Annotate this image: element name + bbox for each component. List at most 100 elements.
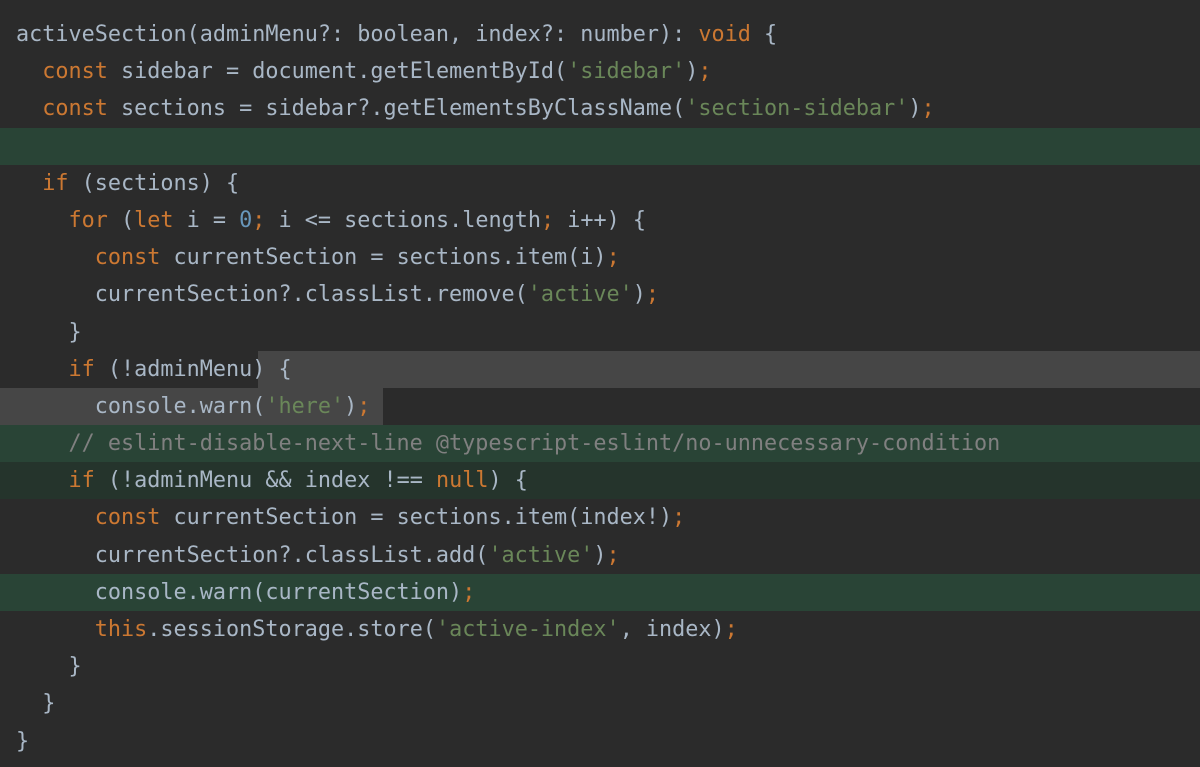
code-line[interactable]: } [0,685,1200,722]
code-line[interactable]: this.sessionStorage.store('active-index'… [0,611,1200,648]
code-token: const [42,96,108,122]
code-token: ) [593,542,607,568]
code-token: { [750,22,778,47]
code-token: .sessionStorage.store( [147,617,436,642]
code-text: const currentSection = sections.item(i); [0,245,620,270]
code-token: ) [908,96,922,122]
code-line[interactable]: currentSection?.classList.add('active'); [0,537,1200,574]
code-token: } [16,691,56,717]
code-line[interactable]: activeSection(adminMenu?: boolean, index… [0,16,1200,53]
code-line[interactable]: const sidebar = document.getElementById(… [0,53,1200,90]
code-line[interactable]: } [0,314,1200,351]
code-token: sections = sidebar?.getElementsByClassNa… [107,96,686,122]
code-line[interactable]: } [0,648,1200,685]
code-token: 'sidebar' [567,59,686,85]
code-token: ; [672,505,686,531]
code-token: const [42,59,108,85]
code-text: for (let i = 0; i <= sections.length; i+… [0,208,646,233]
code-token: for [68,207,108,233]
code-text: const currentSection = sections.item(ind… [0,505,686,531]
code-line[interactable]: for (let i = 0; i <= sections.length; i+… [0,202,1200,239]
code-text: const sidebar = document.getElementById(… [0,59,712,85]
code-text: currentSection?.classList.remove('active… [0,282,659,307]
code-editor[interactable]: activeSection(adminMenu?: boolean, index… [0,16,1200,760]
code-token: } [16,319,82,345]
code-token: currentSection = sections.item(i) [160,245,607,271]
code-token: currentSection?.classList.remove( [16,282,528,308]
code-line[interactable]: const currentSection = sections.item(i); [0,239,1200,276]
code-line[interactable]: const sections = sidebar?.getElementsByC… [0,90,1200,127]
code-text: if (sections) { [0,171,239,196]
code-token: let [134,207,174,233]
code-token: ; [724,617,738,642]
code-token: ) [632,282,646,308]
code-token: null [435,468,489,494]
code-token: (sections) { [68,170,240,196]
code-token: ; [540,207,555,233]
code-token: sidebar = document.getElementById( [107,59,568,85]
code-token: , index) [619,617,725,642]
code-token: if [68,356,95,382]
code-token: ) { [488,468,528,494]
code-token: 'here' [265,393,345,419]
code-token: } [16,728,30,754]
code-token: i++) { [554,207,646,233]
code-token: 'active-index' [435,617,620,642]
code-token: if [42,170,69,196]
code-text: // eslint-disable-next-line @typescript-… [0,431,1000,456]
code-line[interactable]: console.warn(currentSection); [0,573,1200,611]
code-text: const sections = sidebar?.getElementsByC… [0,96,935,122]
code-token: ; [357,393,371,419]
code-line[interactable]: } [0,723,1200,760]
code-token: ; [462,579,476,605]
code-token: ; [606,245,620,271]
code-token: const [94,505,161,531]
code-token: ; [606,542,620,568]
code-line[interactable]: if (!adminMenu) { [0,350,1200,388]
code-line[interactable]: // eslint-disable-next-line @typescript-… [0,425,1200,463]
code-token: const [94,245,161,271]
code-token: 0 [239,207,253,233]
code-token: ) [685,59,699,85]
code-text: } [0,691,55,716]
code-text: this.sessionStorage.store('active-index'… [0,617,738,642]
code-token: // eslint-disable-next-line @typescript-… [16,431,1001,457]
code-token: ; [645,282,660,308]
code-line[interactable] [0,127,1200,165]
code-token: console.warn( [16,393,266,419]
code-text: if (!adminMenu && index !== null) { [0,468,528,493]
code-token: activeSection(adminMenu?: boolean, index… [16,22,699,47]
code-token: ; [921,96,935,122]
code-token: (!adminMenu && index !== [94,468,436,494]
code-token: if [68,468,95,494]
code-line[interactable]: currentSection?.classList.remove('active… [0,276,1200,313]
code-token: i = [173,207,240,233]
code-token: ; [698,59,712,85]
code-line[interactable]: const currentSection = sections.item(ind… [0,499,1200,536]
code-token: currentSection?.classList.add( [16,542,489,568]
line-highlight [0,127,1200,165]
code-token: i <= sections.length [265,207,541,233]
code-line[interactable]: if (!adminMenu && index !== null) { [0,462,1200,500]
code-line[interactable]: console.warn('here'); [0,387,1200,426]
code-token: currentSection = sections.item(index!) [160,505,673,531]
code-text: if (!adminMenu) { [0,357,292,382]
code-token: ( [107,207,135,233]
code-token: ; [252,207,266,233]
line-highlight [258,350,1200,388]
code-text: console.warn('here'); [0,393,371,419]
code-token: this [94,617,148,642]
code-token: void [698,22,751,47]
code-token: } [16,654,82,680]
code-token: console.warn(currentSection) [16,579,463,605]
code-line[interactable]: if (sections) { [0,165,1200,202]
